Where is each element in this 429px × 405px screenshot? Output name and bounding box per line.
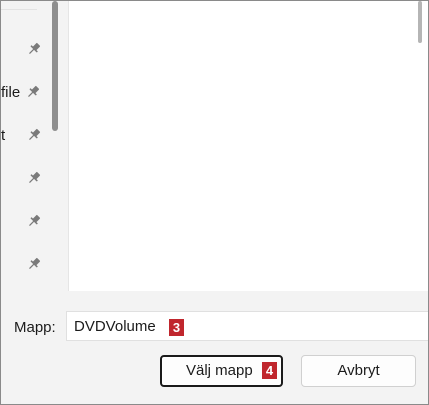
select-folder-label: Välj mapp [186, 362, 253, 379]
navigation-pane: file t [1, 1, 49, 291]
nav-item-5[interactable] [1, 209, 47, 235]
pin-icon[interactable] [26, 256, 42, 272]
nav-item-3[interactable]: t [1, 123, 47, 149]
nav-item-4[interactable] [1, 166, 47, 192]
nav-item-1[interactable] [1, 37, 47, 63]
cancel-button[interactable]: Avbryt [301, 355, 416, 387]
folder-content-pane[interactable] [69, 1, 428, 291]
step-badge-3: 3 [169, 319, 184, 336]
folder-picker-dialog: file t Mapp: DVDVolume 3 Välj mapp 4 Avb… [0, 0, 429, 405]
dialog-footer: Mapp: DVDVolume 3 Välj mapp 4 Avbryt [1, 291, 428, 404]
nav-item-label: file [1, 84, 21, 101]
pin-icon[interactable] [26, 170, 42, 186]
select-folder-button[interactable]: Välj mapp 4 [160, 355, 283, 387]
pin-icon[interactable] [26, 41, 42, 57]
nav-scrollbar[interactable] [52, 1, 58, 291]
nav-divider [1, 9, 37, 10]
folder-name-input[interactable]: DVDVolume 3 [66, 311, 428, 341]
pin-icon[interactable] [25, 84, 41, 100]
step-badge-4: 4 [262, 362, 277, 379]
pin-icon[interactable] [26, 213, 42, 229]
nav-item-2[interactable]: file [1, 80, 47, 106]
pin-icon[interactable] [26, 127, 42, 143]
folder-name-value: DVDVolume [74, 318, 156, 335]
content-scrollbar-thumb[interactable] [418, 1, 422, 43]
nav-item-6[interactable] [1, 252, 47, 278]
nav-item-label: t [1, 127, 6, 144]
folder-label: Mapp: [14, 319, 56, 336]
nav-scrollbar-thumb[interactable] [52, 1, 58, 131]
